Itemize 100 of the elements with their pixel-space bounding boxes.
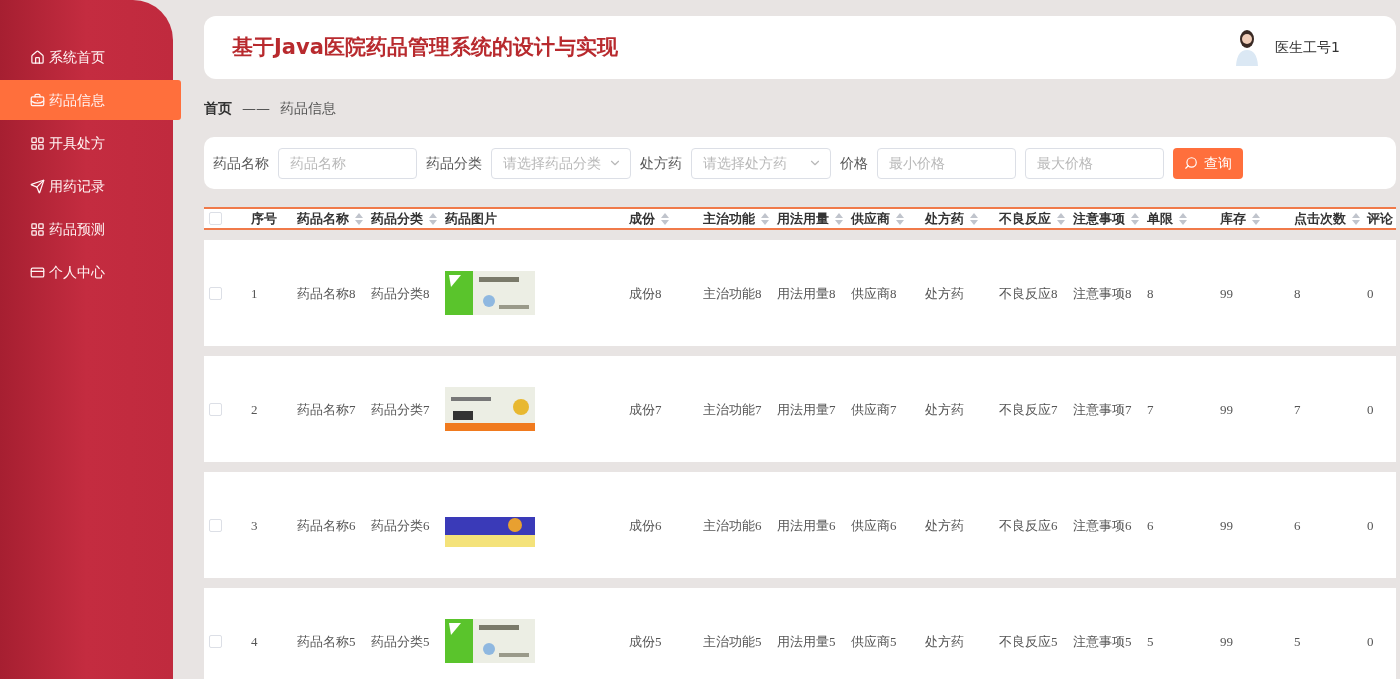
table-cell: 药品分类5 bbox=[371, 633, 430, 649]
table-cell: 0 bbox=[1367, 401, 1374, 417]
sort-icon[interactable] bbox=[1352, 212, 1360, 225]
row-checkbox[interactable] bbox=[209, 403, 222, 416]
table-cell: 注意事项6 bbox=[1073, 517, 1132, 533]
field-label: 处方药 bbox=[640, 153, 682, 173]
table-cell: 供应商7 bbox=[851, 401, 897, 417]
search-field[interactable]: 最小价格 bbox=[877, 147, 1016, 179]
table-cell: 8 bbox=[1147, 285, 1154, 301]
table-cell: 主治功能5 bbox=[703, 633, 762, 649]
sort-icon[interactable] bbox=[661, 212, 669, 225]
column-header[interactable]: 供应商 bbox=[851, 209, 890, 229]
table-cell: 不良反应6 bbox=[999, 517, 1058, 533]
sort-icon[interactable] bbox=[970, 212, 978, 225]
column-header[interactable]: 序号 bbox=[251, 209, 277, 229]
search-field[interactable]: 最大价格 bbox=[1025, 147, 1164, 179]
column-header[interactable]: 成份 bbox=[629, 209, 655, 229]
table-cell: 用法用量8 bbox=[777, 285, 836, 301]
table-cell: 成份7 bbox=[629, 401, 662, 417]
table-cell: 不良反应7 bbox=[999, 401, 1058, 417]
sidebar-item[interactable]: 开具处方 bbox=[0, 123, 173, 163]
sort-icon[interactable] bbox=[1179, 212, 1187, 225]
search-icon bbox=[1184, 156, 1198, 171]
sidebar-item[interactable]: 用药记录 bbox=[0, 166, 173, 206]
table-cell: 注意事项8 bbox=[1073, 285, 1132, 301]
table-cell: 2 bbox=[251, 401, 258, 417]
table-cell: 99 bbox=[1220, 633, 1233, 649]
column-header[interactable]: 处方药 bbox=[925, 209, 964, 229]
table-cell: 注意事项7 bbox=[1073, 401, 1132, 417]
card-icon bbox=[30, 264, 45, 280]
table-cell: 处方药 bbox=[925, 401, 964, 417]
table-cell: 5 bbox=[1294, 633, 1301, 649]
table-cell: 主治功能8 bbox=[703, 285, 762, 301]
row-checkbox[interactable] bbox=[209, 287, 222, 300]
sort-icon[interactable] bbox=[761, 212, 769, 225]
column-header[interactable]: 单限 bbox=[1147, 209, 1173, 229]
table-cell: 99 bbox=[1220, 401, 1233, 417]
sort-icon[interactable] bbox=[1252, 212, 1260, 225]
home-icon bbox=[30, 49, 45, 65]
sort-icon[interactable] bbox=[429, 212, 437, 225]
table-cell: 8 bbox=[1294, 285, 1301, 301]
sidebar-item[interactable]: 药品预测 bbox=[0, 209, 173, 249]
table-cell: 药品名称7 bbox=[297, 401, 356, 417]
table-cell: 5 bbox=[1147, 633, 1154, 649]
column-header[interactable]: 不良反应 bbox=[999, 209, 1051, 229]
table-cell: 供应商6 bbox=[851, 517, 897, 533]
table-cell: 99 bbox=[1220, 517, 1233, 533]
table-cell: 6 bbox=[1147, 517, 1154, 533]
user-name[interactable]: 医生工号1 bbox=[1275, 36, 1340, 58]
column-header[interactable]: 点击次数 bbox=[1294, 209, 1346, 229]
row-checkbox[interactable] bbox=[209, 635, 222, 648]
header-checkbox[interactable] bbox=[209, 212, 222, 226]
table-cell: 处方药 bbox=[925, 285, 964, 301]
table-cell: 药品名称6 bbox=[297, 517, 356, 533]
column-header[interactable]: 药品图片 bbox=[445, 209, 497, 229]
table-cell: 6 bbox=[1294, 517, 1301, 533]
column-header[interactable]: 评论 bbox=[1367, 209, 1393, 229]
table-cell: 处方药 bbox=[925, 517, 964, 533]
sort-icon[interactable] bbox=[355, 212, 363, 225]
column-header[interactable]: 主治功能 bbox=[703, 209, 755, 229]
table-cell: 药品名称5 bbox=[297, 633, 356, 649]
table-cell: 成份8 bbox=[629, 285, 662, 301]
sort-icon[interactable] bbox=[1131, 212, 1139, 225]
table-cell: 用法用量6 bbox=[777, 517, 836, 533]
breadcrumb-item[interactable]: 首页 bbox=[204, 97, 232, 119]
table-cell: 1 bbox=[251, 285, 258, 301]
sort-icon[interactable] bbox=[896, 212, 904, 225]
sort-icon[interactable] bbox=[1057, 212, 1065, 225]
table-cell: 主治功能7 bbox=[703, 401, 762, 417]
table-cell: 不良反应8 bbox=[999, 285, 1058, 301]
table-cell: 药品分类7 bbox=[371, 401, 430, 417]
sort-icon[interactable] bbox=[835, 212, 843, 225]
sidebar-item[interactable]: 系统首页 bbox=[0, 37, 173, 77]
column-header[interactable]: 药品分类 bbox=[371, 209, 423, 229]
sidebar-item[interactable]: 个人中心 bbox=[0, 252, 173, 292]
table-cell: 99 bbox=[1220, 285, 1233, 301]
table-cell: 用法用量5 bbox=[777, 633, 836, 649]
search-field[interactable]: 药品名称 bbox=[278, 147, 417, 179]
table-cell: 供应商5 bbox=[851, 633, 897, 649]
table-cell: 药品分类8 bbox=[371, 285, 430, 301]
column-header[interactable]: 库存 bbox=[1220, 209, 1246, 229]
field-label: 价格 bbox=[840, 153, 868, 173]
table-cell: 成份6 bbox=[629, 517, 662, 533]
paper-plane-icon bbox=[30, 178, 45, 194]
table-cell: 处方药 bbox=[925, 633, 964, 649]
column-header[interactable]: 药品名称 bbox=[297, 209, 349, 229]
table-cell: 药品分类6 bbox=[371, 517, 430, 533]
column-header[interactable]: 注意事项 bbox=[1073, 209, 1125, 229]
table-cell: 7 bbox=[1147, 401, 1154, 417]
table-cell: 用法用量7 bbox=[777, 401, 836, 417]
table-cell: 成份5 bbox=[629, 633, 662, 649]
table-cell: 7 bbox=[1294, 401, 1301, 417]
row-checkbox[interactable] bbox=[209, 519, 222, 532]
column-header[interactable]: 用法用量 bbox=[777, 209, 829, 229]
table-cell: 主治功能6 bbox=[703, 517, 762, 533]
page-title: 基于Java医院药品管理系统的设计与实现 bbox=[232, 33, 618, 61]
table-cell: 0 bbox=[1367, 633, 1374, 649]
breadcrumb-item: 药品信息 bbox=[280, 98, 336, 118]
briefcase-icon bbox=[30, 92, 45, 108]
table-cell: 不良反应5 bbox=[999, 633, 1058, 649]
